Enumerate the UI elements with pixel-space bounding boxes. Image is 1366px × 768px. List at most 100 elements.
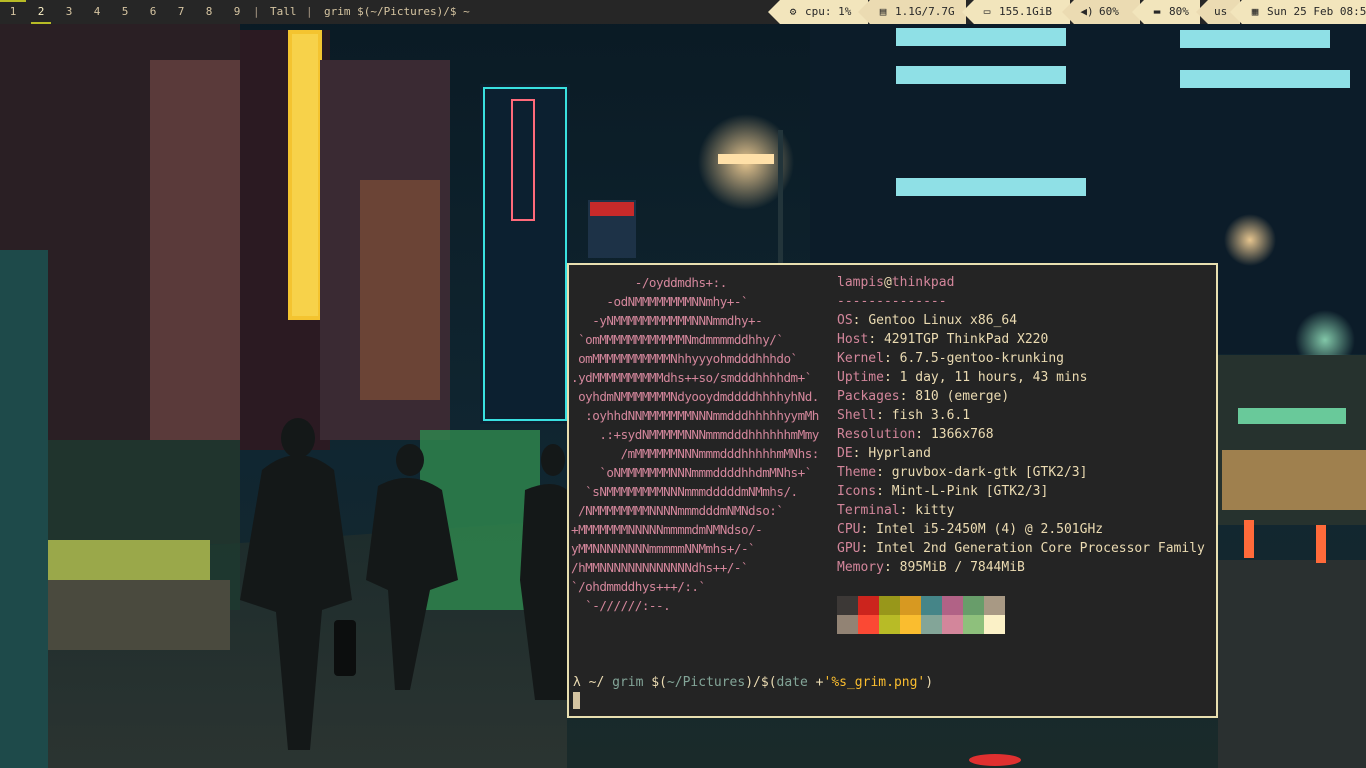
prompt-lambda: λ (573, 675, 581, 690)
ascii-line: .ydMMMMMMMMMMdhs++so/smdddhhhhdm+` (571, 370, 812, 385)
info-row: CPU: Intel i5-2450M (4) @ 2.501GHz (837, 522, 1104, 537)
command-subcmd: date (776, 675, 808, 690)
info-value: 810 (emerge) (915, 389, 1010, 404)
volume-icon: ◀) (1080, 5, 1094, 18)
palette-swatch (921, 596, 942, 615)
ascii-line: -/oyddmdhs+:. (571, 275, 728, 290)
info-row: Uptime: 1 day, 11 hours, 43 mins (837, 370, 1088, 385)
battery-module[interactable]: ▬ 80% (1132, 0, 1200, 24)
ascii-line: oyhdmNMMMMMMMNdyooydmddddhhhhyhNd. (571, 389, 819, 404)
info-row: Host: 4291TGP ThinkPad X220 (837, 332, 1049, 347)
info-key: CPU (837, 522, 861, 537)
clock-datetime: Sun 25 Feb 08:58 (1267, 5, 1366, 18)
info-row: OS: Gentoo Linux x86_64 (837, 313, 1018, 328)
command-arg: ) (925, 675, 934, 690)
info-row: DE: Hyprland (837, 446, 931, 461)
info-value: 895MiB / 7844MiB (899, 560, 1025, 575)
info-row: Resolution: 1366x768 (837, 427, 994, 442)
terminal-window[interactable]: -/oyddmdhs+:. -odNMMMMMMMMNNmhy+-` -yNMM… (567, 263, 1218, 718)
info-row: Shell: fish 3.6.1 (837, 408, 971, 423)
disk-icon: ▭ (983, 5, 991, 18)
palette-row-bright (837, 615, 1005, 634)
palette-swatch-bright (984, 615, 1005, 634)
shell-prompt[interactable]: λ ~/ grim $(~/Pictures)/$(date +'%s_grim… (573, 673, 933, 692)
info-key: Icons (837, 484, 877, 499)
palette-swatch-bright (900, 615, 921, 634)
palette-swatch (900, 596, 921, 615)
ascii-line: omMMMMMMMMMMMNhhyyyohmdddhhhdo` (571, 351, 798, 366)
info-value: 1366x768 (930, 427, 994, 442)
hostname: thinkpad (891, 275, 955, 290)
info-separator: -------------- (837, 294, 947, 309)
info-value: gruvbox-dark-gtk [GTK2/3] (891, 465, 1088, 480)
command-name: grim (612, 675, 644, 690)
text-cursor (573, 692, 580, 709)
ascii-line: /NMMMMMMMMNNNNmmmdddmNMNdso:` (571, 503, 784, 518)
palette-row-normal (837, 596, 1005, 615)
ascii-line: `sNMMMMMMMMNNNmmmdddddmNMmhs/. (571, 484, 798, 499)
info-value: 1 day, 11 hours, 43 mins (899, 370, 1088, 385)
info-key: DE (837, 446, 853, 461)
ascii-line: /hMMNNNNNNNNNNNNNdhs++/-` (571, 560, 749, 575)
palette-swatch (984, 596, 1005, 615)
ascii-line: +MMMMMMMNNNNNmmmmdmNMNdso/- (571, 522, 763, 537)
at-sign: @ (883, 275, 892, 290)
memory-usage: 1.1G/7.7G (895, 5, 955, 18)
ascii-line: .:+sydNMMMMMNNNmmmdddhhhhhhmMmy (571, 427, 819, 442)
palette-swatch-bright (879, 615, 900, 634)
ascii-line: yMMNNNNNNNNmmmmmNNMmhs+/-` (571, 541, 756, 556)
disk-module[interactable]: ▭ 155.1GiB (962, 0, 1070, 24)
info-row: Icons: Mint-L-Pink [GTK2/3] (837, 484, 1049, 499)
ascii-line: `-//////:--. (571, 598, 671, 613)
palette-swatch-bright (942, 615, 963, 634)
calendar-icon: ▦ (1251, 5, 1259, 18)
info-value: 4291TGP ThinkPad X220 (883, 332, 1049, 347)
prompt-directory: ~/ (588, 675, 605, 690)
info-value: Gentoo Linux x86_64 (868, 313, 1018, 328)
info-key: Terminal (837, 503, 900, 518)
info-key: Uptime (837, 370, 884, 385)
memory-module[interactable]: ▤ 1.1G/7.7G (858, 0, 966, 24)
username: lampis (837, 275, 884, 290)
info-value: kitty (915, 503, 955, 518)
info-key: Memory (837, 560, 884, 575)
volume-module[interactable]: ◀) 60% (1062, 0, 1140, 24)
palette-swatch (879, 596, 900, 615)
info-rows: OS: Gentoo Linux x86_64 Host: 4291TGP Thi… (837, 311, 1207, 577)
info-key: Resolution (837, 427, 916, 442)
info-key: OS (837, 313, 853, 328)
info-row: Theme: gruvbox-dark-gtk [GTK2/3] (837, 465, 1088, 480)
info-value: Intel 2nd Generation Core Processor Fami… (876, 541, 1205, 556)
volume-level: 60% (1099, 5, 1119, 18)
palette-swatch-bright (858, 615, 879, 634)
info-row: Kernel: 6.7.5-gentoo-krunking (837, 351, 1064, 366)
keyboard-layout: us (1214, 5, 1228, 18)
command-arg: + (815, 675, 824, 690)
palette-swatch (837, 596, 858, 615)
color-palette (837, 596, 1005, 634)
cpu-module[interactable]: ⚙ cpu: 1% (768, 0, 868, 24)
palette-swatch (942, 596, 963, 615)
top-bar: 1 2 3 4 5 6 7 8 9 | Tall | grim $(~/Pict… (0, 0, 1366, 24)
info-key: Shell (837, 408, 877, 423)
clock-module[interactable]: ▦ Sun 25 Feb 08:58 (1230, 0, 1366, 24)
ascii-line: `omMMMMMMMMMMMMNmdmmmmddhhy/` (571, 332, 784, 347)
palette-swatch (858, 596, 879, 615)
ascii-line: `/ohdmmddhys+++/:.` (571, 579, 706, 594)
info-value: fish 3.6.1 (891, 408, 971, 423)
user-host-line: lampis@thinkpad (837, 273, 1207, 292)
info-key: GPU (837, 541, 861, 556)
command-arg: )/$( (745, 675, 777, 690)
info-key: Kernel (837, 351, 884, 366)
info-row: Packages: 810 (emerge) (837, 389, 1010, 404)
system-info: lampis@thinkpad -------------- OS: Gento… (837, 273, 1207, 577)
info-row: Memory: 895MiB / 7844MiB (837, 560, 1025, 575)
ascii-line: /mMMMMMMNNNmmmdddhhhhhmMNhs: (571, 446, 820, 461)
gentoo-ascii-logo: -/oyddmdhs+:. -odNMMMMMMMMNNmhy+-` -yNMM… (571, 273, 833, 615)
info-key: Host (837, 332, 869, 347)
command-string: '%s_grim.png' (823, 675, 926, 690)
info-value: Hyprland (868, 446, 931, 461)
ascii-line: `oNMMMMMMMNNNmmmddddhhdmMNhs+` (571, 465, 812, 480)
info-value: Intel i5-2450M (4) @ 2.501GHz (876, 522, 1104, 537)
palette-swatch-bright (963, 615, 984, 634)
